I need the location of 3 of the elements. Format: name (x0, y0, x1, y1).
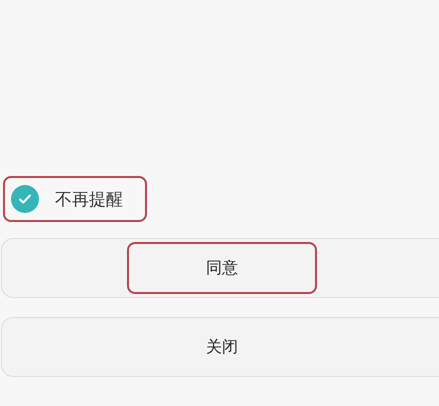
dont-remind-checkbox[interactable]: 不再提醒 (3, 176, 147, 222)
dialog-button[interactable]: 同意 (1, 238, 439, 298)
dialog-button[interactable]: 关闭 (1, 317, 439, 377)
